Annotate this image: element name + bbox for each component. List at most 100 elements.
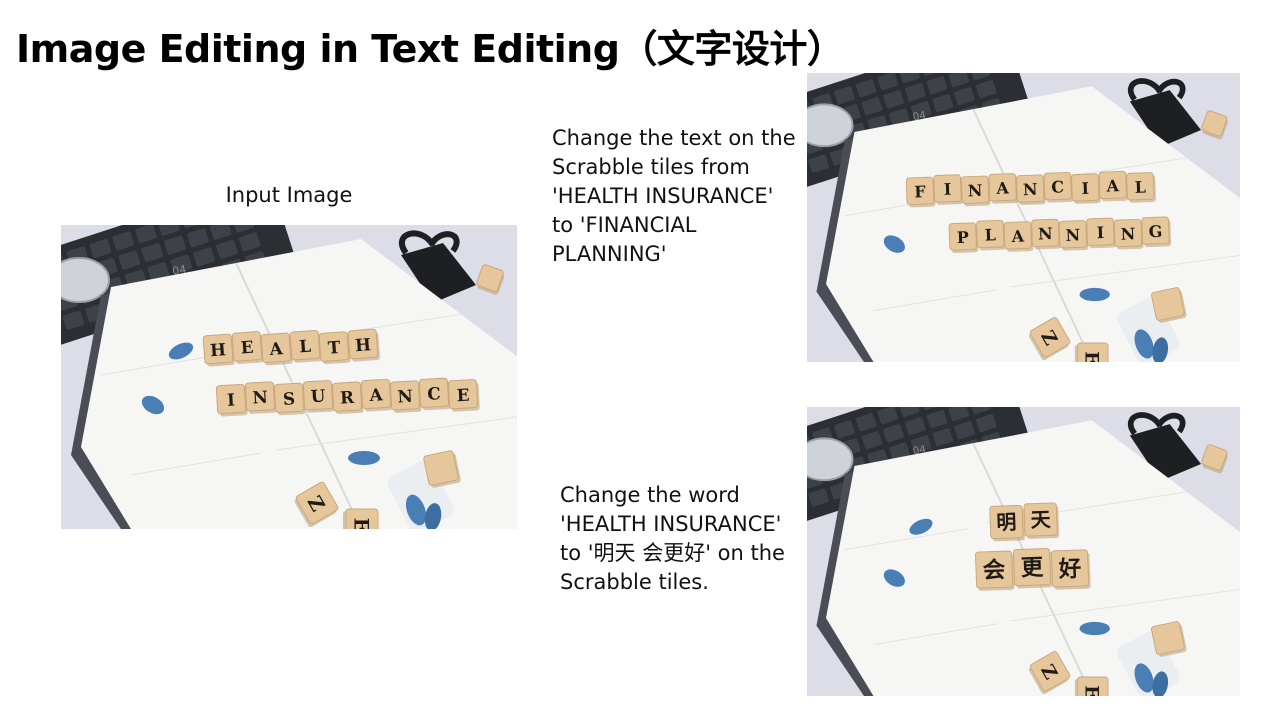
letter-tile: A <box>1098 170 1129 202</box>
svg-text:更: 更 <box>1020 555 1044 582</box>
svg-text:R: R <box>340 387 356 408</box>
svg-text:A: A <box>268 338 284 359</box>
tile-row-2: 会更好 <box>975 548 1091 591</box>
loose-tile <box>423 450 461 488</box>
svg-text:I: I <box>1081 179 1089 198</box>
svg-text:N: N <box>1023 180 1038 200</box>
svg-text:I: I <box>944 180 952 199</box>
diary-page-number: 04 <box>171 263 187 278</box>
svg-text:H: H <box>209 339 226 360</box>
letter-tile: T <box>318 331 351 365</box>
svg-text:N: N <box>967 181 982 201</box>
svg-text:E: E <box>1081 351 1102 362</box>
edit-prompt-2: Change the word 'HEALTH INSURANCE' to '明… <box>560 483 785 594</box>
letter-tile: N <box>389 380 422 413</box>
svg-text:U: U <box>310 386 326 407</box>
diary-page-number: 04 <box>912 443 928 457</box>
letter-tile: N <box>1016 174 1046 206</box>
letter-tile: A <box>988 173 1019 204</box>
svg-text:N: N <box>1120 224 1135 244</box>
letter-tile: R <box>331 381 364 415</box>
svg-text:A: A <box>1010 227 1025 246</box>
letter-tile: L <box>976 219 1006 251</box>
svg-text:C: C <box>1051 177 1064 196</box>
svg-text:N: N <box>1065 225 1080 245</box>
tile-row-2: PLANNING <box>948 216 1172 253</box>
letter-tile: I <box>1086 217 1117 249</box>
svg-text:T: T <box>327 337 341 358</box>
svg-text:L: L <box>298 336 311 357</box>
input-image: 04 Z E HEALTH INSURANCE <box>61 225 517 529</box>
letter-tile: H <box>202 333 235 367</box>
svg-text:S: S <box>282 388 295 409</box>
loose-tile <box>1150 287 1187 323</box>
letter-tile: I <box>1071 173 1101 204</box>
tile-row-1: 明天 <box>989 502 1060 542</box>
letter-tile: P <box>948 222 979 253</box>
svg-text:F: F <box>914 182 927 201</box>
letter-tile: 更 <box>1013 548 1053 589</box>
svg-text:明: 明 <box>996 510 1017 535</box>
svg-text:天: 天 <box>1030 507 1052 532</box>
input-scene: 04ZE HEALTH INSURANCE <box>61 225 517 529</box>
scene-background: 04ZE <box>807 73 1240 362</box>
letter-tile: H <box>347 328 380 362</box>
svg-text:A: A <box>1105 176 1120 195</box>
svg-text:L: L <box>984 225 996 244</box>
letter-tile: A <box>1003 221 1034 252</box>
letter-tile: C <box>1043 171 1074 203</box>
letter-tile: N <box>1031 218 1061 250</box>
svg-text:E: E <box>456 385 470 406</box>
letter-tile: L <box>1126 172 1156 203</box>
letter-tile: N <box>960 175 991 207</box>
edited-scene-1: 04ZE FINANCIAL PLANNING <box>807 73 1240 362</box>
loose-tile <box>1150 621 1187 657</box>
input-image-label: Input Image <box>225 183 353 207</box>
edited-scene-2: 04ZE 明天 会更好 <box>807 407 1240 696</box>
letter-tile: F <box>905 176 936 208</box>
loose-tile: E <box>343 508 379 529</box>
letter-tile: S <box>273 382 306 416</box>
letter-tile: E <box>447 379 480 412</box>
letter-tile: N <box>1113 218 1144 250</box>
svg-text:E: E <box>349 518 372 529</box>
letter-tile: I <box>933 174 964 205</box>
svg-text:C: C <box>427 383 441 404</box>
svg-text:I: I <box>1096 223 1104 242</box>
letter-tile: L <box>289 329 322 363</box>
loose-tile: E <box>1074 342 1109 362</box>
letter-tile: G <box>1141 216 1172 248</box>
letter-tile: 会 <box>975 550 1015 591</box>
letter-tile: 好 <box>1050 549 1091 590</box>
diary-page-number: 04 <box>912 109 928 123</box>
letter-tile: E <box>231 331 264 364</box>
edited-image-1: 04 Z E FINANCIAL PLANNING <box>807 73 1240 362</box>
letter-tile: N <box>1058 220 1089 251</box>
svg-text:E: E <box>240 337 254 358</box>
svg-text:E: E <box>1081 685 1102 696</box>
svg-text:I: I <box>227 390 236 410</box>
letter-tile: A <box>260 332 293 366</box>
letter-tile: 天 <box>1023 502 1060 539</box>
svg-text:H: H <box>354 334 371 355</box>
svg-text:N: N <box>397 386 413 407</box>
svg-text:G: G <box>1148 222 1162 241</box>
scene-background: 04ZE <box>61 225 517 529</box>
svg-text:N: N <box>252 387 268 408</box>
svg-text:A: A <box>995 178 1010 197</box>
svg-text:会: 会 <box>982 556 1006 584</box>
edited-image-2: 04 Z E 明天 会更好 <box>807 407 1240 696</box>
svg-text:N: N <box>1038 224 1053 244</box>
letter-tile: I <box>215 383 248 417</box>
letter-tile: C <box>418 377 451 411</box>
svg-text:好: 好 <box>1057 556 1081 583</box>
svg-text:A: A <box>368 384 384 405</box>
svg-text:L: L <box>1134 178 1146 197</box>
letter-tile: N <box>244 381 277 414</box>
letter-tile: U <box>302 380 335 413</box>
letter-tile: A <box>360 378 393 412</box>
svg-text:P: P <box>956 228 969 247</box>
edit-prompt-1: Change the text on the Scrabble tiles fr… <box>552 126 796 266</box>
page-title: Image Editing in Text Editing（文字设计） <box>16 27 845 71</box>
tile-row-1: HEALTH <box>202 328 380 367</box>
